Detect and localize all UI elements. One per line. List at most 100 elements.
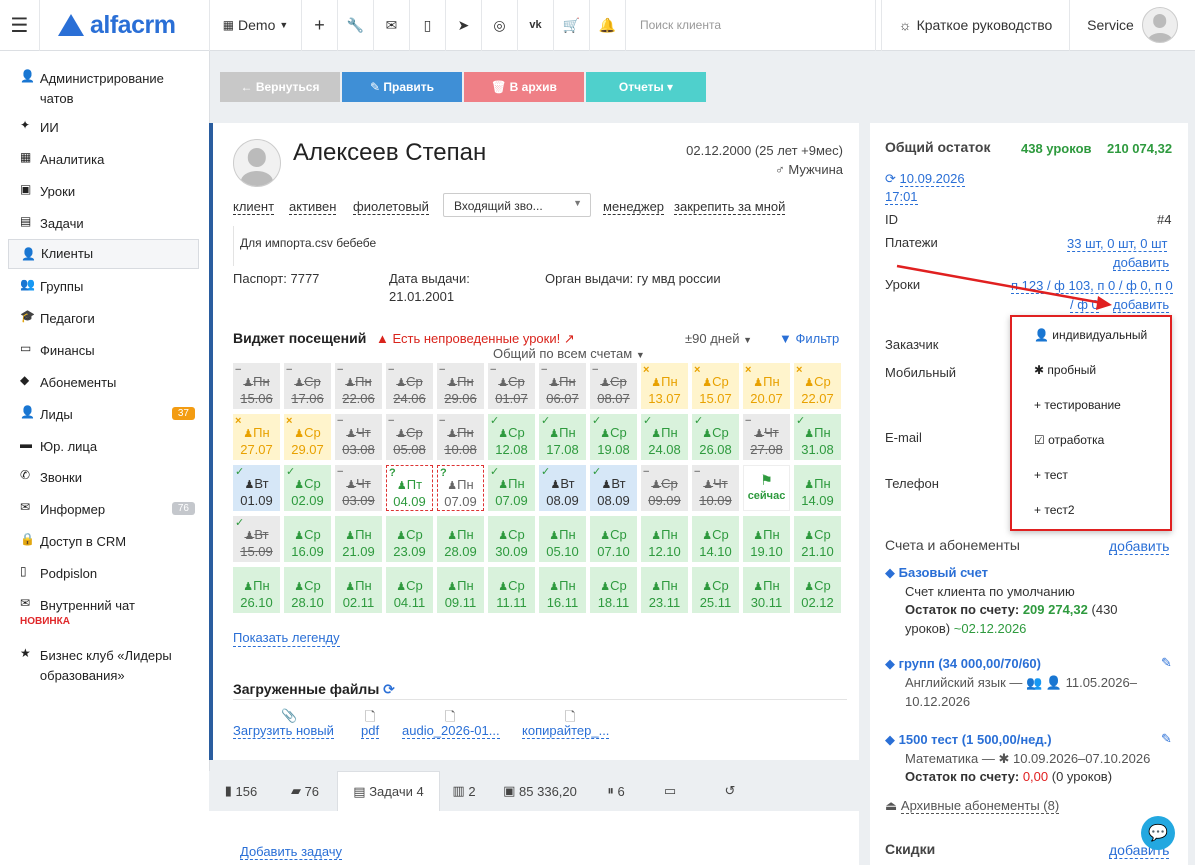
attendance-cell[interactable]: − ♟Чт 27.08 <box>743 414 790 460</box>
attendance-cell[interactable]: × ♟Пн 27.07 <box>233 414 280 460</box>
archive-button[interactable]: 🗑 В архив <box>464 72 584 102</box>
pin-link[interactable]: закрепить за мной <box>674 199 786 215</box>
attendance-cell[interactable]: ♟Пн 14.09 <box>794 465 841 511</box>
attendance-cell[interactable]: − ♟Пн 06.07 <box>539 363 586 409</box>
tab-bonus[interactable]: ▣ 85 336,20 <box>488 771 592 811</box>
subscription-test[interactable]: ◆ 1500 тест (1 500,00/нед.) <box>885 732 1052 748</box>
attendance-cell[interactable]: ♟Пн 23.11 <box>641 567 688 613</box>
attendance-cell[interactable]: × ♟Пн 20.07 <box>743 363 790 409</box>
bell-icon[interactable]: 🔔 <box>590 0 626 51</box>
attendance-cell[interactable]: ♟Ср 04.11 <box>386 567 433 613</box>
attendance-cell[interactable]: ✓ ♟Пн 17.08 <box>539 414 586 460</box>
attendance-cell[interactable]: ♟Пн 05.10 <box>539 516 586 562</box>
mobile-icon[interactable]: ▯ <box>410 0 446 51</box>
tag-purple[interactable]: фиолетовый <box>353 199 429 215</box>
sidebar-item[interactable]: ▯ Podpislon <box>8 564 199 584</box>
tab-tasks[interactable]: ▤ Задачи 4 <box>337 771 440 811</box>
attendance-cell[interactable]: ⚑ сейчас <box>743 465 790 511</box>
pencil-icon[interactable]: ✎ <box>1161 655 1172 671</box>
attendance-cell[interactable]: ♟Пн 21.09 <box>335 516 382 562</box>
payments-counts[interactable]: 33 шт, 0 шт, 0 шт <box>1067 236 1168 252</box>
reports-button[interactable]: Отчеты ▾ <box>586 72 706 102</box>
attendance-cell[interactable]: ♟Ср 18.11 <box>590 567 637 613</box>
sidebar-item[interactable]: ✦ ИИ <box>8 118 199 138</box>
menu-item-makeup[interactable]: ☑ отработка <box>1034 433 1104 447</box>
logo[interactable]: alfacrm <box>40 0 210 51</box>
lessons-counts-cont[interactable]: / ф 0 <box>1070 297 1099 313</box>
sidebar-item[interactable]: ★ Бизнес клуб «Лидеры образования» <box>8 646 199 686</box>
guide-link[interactable]: ☼ Краткое руководство <box>882 0 1070 51</box>
menu-icon[interactable]: ☰ <box>0 0 40 51</box>
attendance-cell[interactable]: ✓ ♟Ср 26.08 <box>692 414 739 460</box>
sidebar-item[interactable]: ▤ Задачи <box>8 214 199 234</box>
sidebar-item[interactable]: 👤 Лиды 37 <box>8 405 199 425</box>
attendance-cell[interactable]: ✓ ♟Вт 01.09 <box>233 465 280 511</box>
manager-link[interactable]: менеджер <box>603 199 665 215</box>
days-select[interactable]: ±90 дней ▼ <box>685 331 752 346</box>
attendance-cell[interactable]: ✓ ♟Ср 12.08 <box>488 414 535 460</box>
attendance-cell[interactable]: ♟Пн 28.09 <box>437 516 484 562</box>
tab-pause[interactable]: ⏸ 6 <box>592 771 640 811</box>
menu-item-test2[interactable]: + тест2 <box>1034 503 1075 517</box>
sidebar-item[interactable]: 👤 Администрирование чатов <box>8 69 199 109</box>
attendance-cell[interactable]: ♟Ср 11.11 <box>488 567 535 613</box>
attendance-cell[interactable]: × ♟Ср 29.07 <box>284 414 331 460</box>
menu-item-test[interactable]: + тест <box>1034 468 1068 482</box>
attendance-cell[interactable]: ♟Ср 02.12 <box>794 567 841 613</box>
attendance-cell[interactable]: ♟Пн 19.10 <box>743 516 790 562</box>
attendance-cell[interactable]: ♟Пн 16.11 <box>539 567 586 613</box>
branch-select[interactable]: ▦ Demo ▼ <box>210 0 302 51</box>
cart-icon[interactable]: 🛒 <box>554 0 590 51</box>
attendance-cell[interactable]: − ♟Пн 29.06 <box>437 363 484 409</box>
pencil-icon[interactable]: ✎ <box>1161 731 1172 747</box>
attendance-cell[interactable]: ♟Ср 16.09 <box>284 516 331 562</box>
file-link[interactable]: pdf <box>361 723 380 739</box>
lessons-counts[interactable]: п 123 / ф 103, п 0 / ф 0, п 0 <box>1011 278 1173 294</box>
filter-button[interactable]: ▼ Фильтр <box>779 331 839 346</box>
attendance-cell[interactable]: − ♟Пн 22.06 <box>335 363 382 409</box>
attendance-cell[interactable]: ? ♟Пт 04.09 <box>386 465 433 511</box>
sidebar-item[interactable]: 👥 Группы <box>8 277 199 297</box>
attendance-cell[interactable]: − ♟Ср 08.07 <box>590 363 637 409</box>
attendance-cell[interactable]: − ♟Пн 10.08 <box>437 414 484 460</box>
archive-subscriptions-link[interactable]: ⏏ Архивные абонементы (8) <box>885 798 1060 814</box>
vk-icon[interactable]: vk <box>518 0 554 51</box>
sidebar-item[interactable]: ✉ Информер 76 <box>8 500 199 520</box>
sidebar-item[interactable]: ▦ Аналитика <box>8 150 199 170</box>
sidebar-item[interactable]: ▣ Уроки <box>8 182 199 202</box>
wrench-icon[interactable]: 🔧 <box>338 0 374 51</box>
whatsapp-icon[interactable]: ◎ <box>482 0 518 51</box>
attendance-cell[interactable]: − ♟Пн 15.06 <box>233 363 280 409</box>
back-button[interactable]: ← Вернуться <box>220 72 340 102</box>
sidebar-item[interactable]: 🔒 Доступ в CRM <box>8 532 199 552</box>
tag-client[interactable]: клиент <box>233 199 275 215</box>
attendance-cell[interactable]: − ♟Ср 09.09 <box>641 465 688 511</box>
sidebar-item[interactable]: ▬ Юр. лица <box>8 437 199 457</box>
telegram-icon[interactable]: ➤ <box>446 0 482 51</box>
attendance-cell[interactable]: − ♟Чт 03.09 <box>335 465 382 511</box>
attendance-cell[interactable]: ? ♟Пн 07.09 <box>437 465 484 511</box>
tab-history[interactable]: ↺ <box>700 771 760 811</box>
tab-comments[interactable]: ▮ 156 <box>209 771 273 811</box>
add-account-link[interactable]: добавить <box>1109 538 1170 555</box>
attendance-cell[interactable]: − ♟Ср 05.08 <box>386 414 433 460</box>
attendance-cell[interactable]: ✓ ♟Вт 08.09 <box>590 465 637 511</box>
refresh-icon[interactable]: ⟳ <box>383 681 395 697</box>
call-select[interactable]: Входящий зво... ▼ <box>443 193 591 217</box>
attendance-cell[interactable]: ♟Ср 30.09 <box>488 516 535 562</box>
chat-icon[interactable]: 💬 <box>1141 816 1175 850</box>
attendance-cell[interactable]: ♟Пн 09.11 <box>437 567 484 613</box>
attendance-cell[interactable]: × ♟Ср 15.07 <box>692 363 739 409</box>
sidebar-item[interactable]: ✉ Внутренний чат НОВИНКА <box>8 596 199 628</box>
attendance-cell[interactable]: ✓ ♟Ср 02.09 <box>284 465 331 511</box>
sidebar-item[interactable]: 👤 Клиенты <box>8 239 199 269</box>
file-link[interactable]: audio_2026-01... <box>402 723 500 739</box>
menu-item-individual[interactable]: 👤 индивидуальный <box>1034 328 1147 342</box>
attendance-cell[interactable]: ✓ ♟Пн 31.08 <box>794 414 841 460</box>
file-link[interactable]: копирайтер_... <box>522 723 610 739</box>
attendance-cell[interactable]: ✓ ♟Вт 08.09 <box>539 465 586 511</box>
balance-date[interactable]: ⟳ 10.09.2026 17:01 <box>885 170 965 206</box>
attendance-cell[interactable]: ✓ ♟Вт 15.09 <box>233 516 280 562</box>
subscription-group[interactable]: ◆ групп (34 000,00/70/60) <box>885 656 1041 672</box>
attendance-cell[interactable]: × ♟Ср 22.07 <box>794 363 841 409</box>
